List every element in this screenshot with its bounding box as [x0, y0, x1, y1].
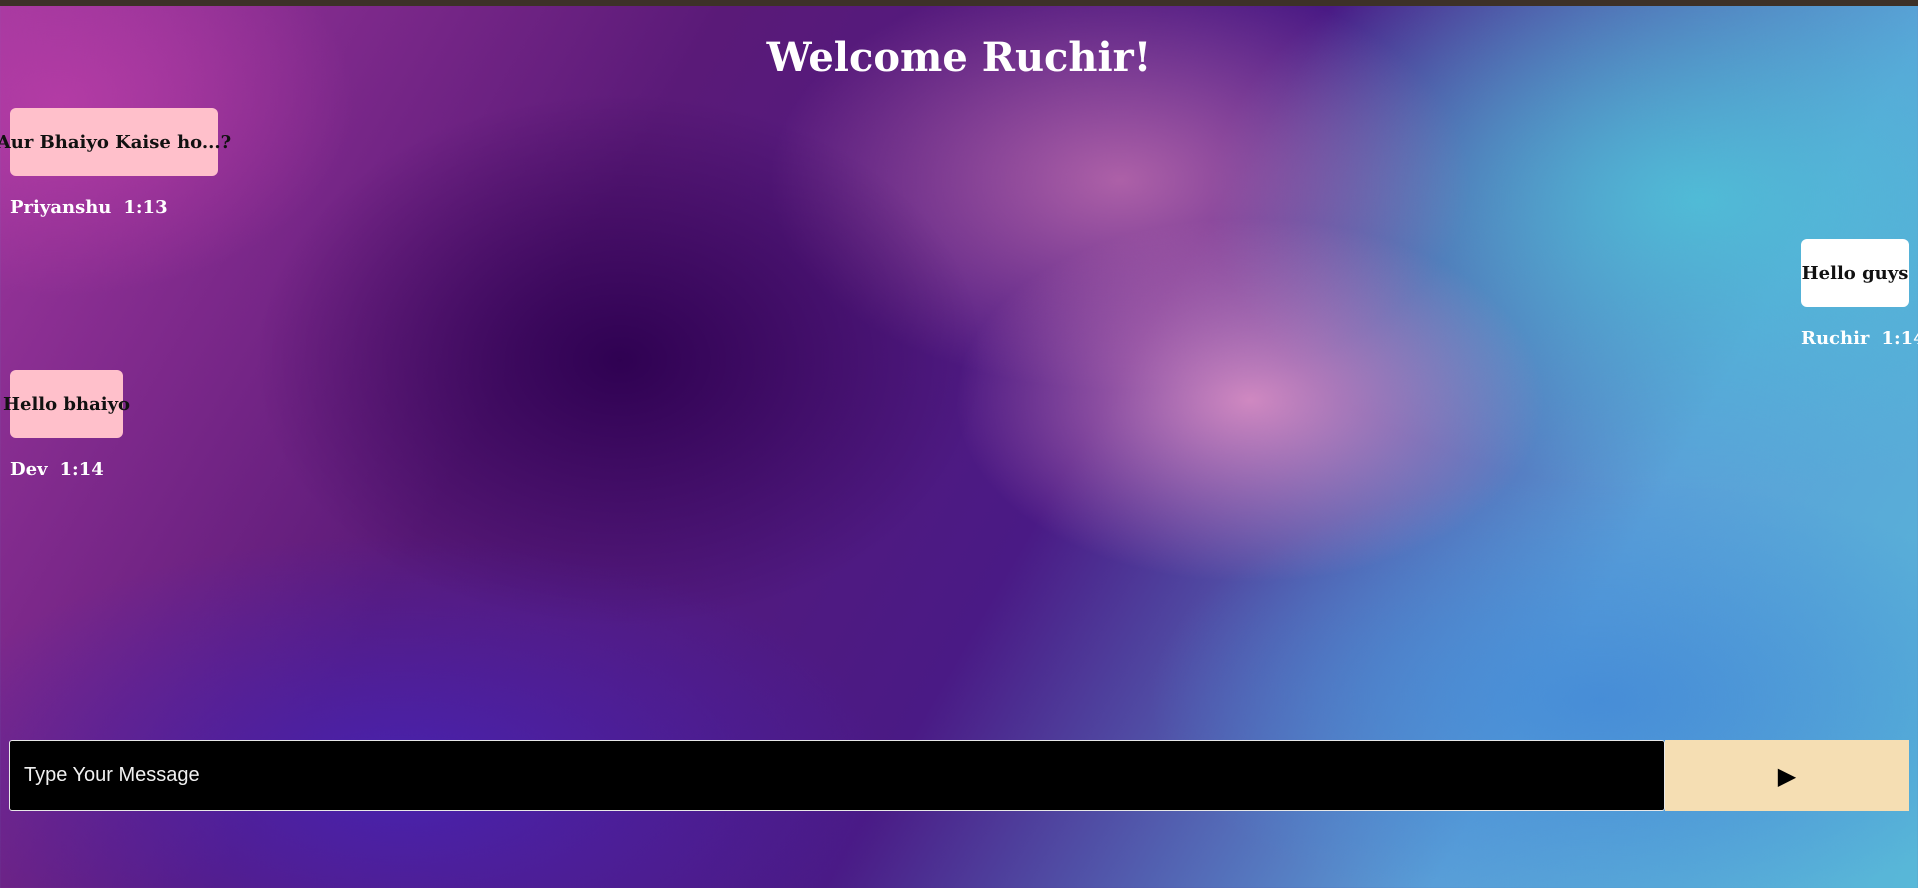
top-strip	[0, 0, 1918, 6]
message-bubble: Hello bhaiyo	[3, 370, 130, 438]
message-meta: Ruchir 1:14	[1801, 328, 1918, 349]
message-author: Priyanshu	[10, 197, 112, 218]
message-time: 1:14	[59, 459, 104, 480]
message-time: 1:13	[123, 197, 168, 218]
send-icon: ▶	[1777, 761, 1797, 790]
message-meta: Dev 1:14	[10, 459, 104, 480]
page-title: Welcome Ruchir!	[766, 34, 1152, 81]
message-bubble: Hello guys	[1801, 239, 1909, 307]
message-bubble: Aur Bhaiyo Kaise ho...?	[0, 108, 231, 176]
message-composer: ▶	[9, 740, 1909, 811]
message-input[interactable]	[9, 740, 1665, 811]
send-button[interactable]: ▶	[1665, 740, 1909, 811]
message-meta: Priyanshu 1:13	[10, 197, 168, 218]
message-author: Dev	[10, 459, 48, 480]
message-time: 1:14	[1881, 328, 1918, 349]
message-author: Ruchir	[1801, 328, 1870, 349]
